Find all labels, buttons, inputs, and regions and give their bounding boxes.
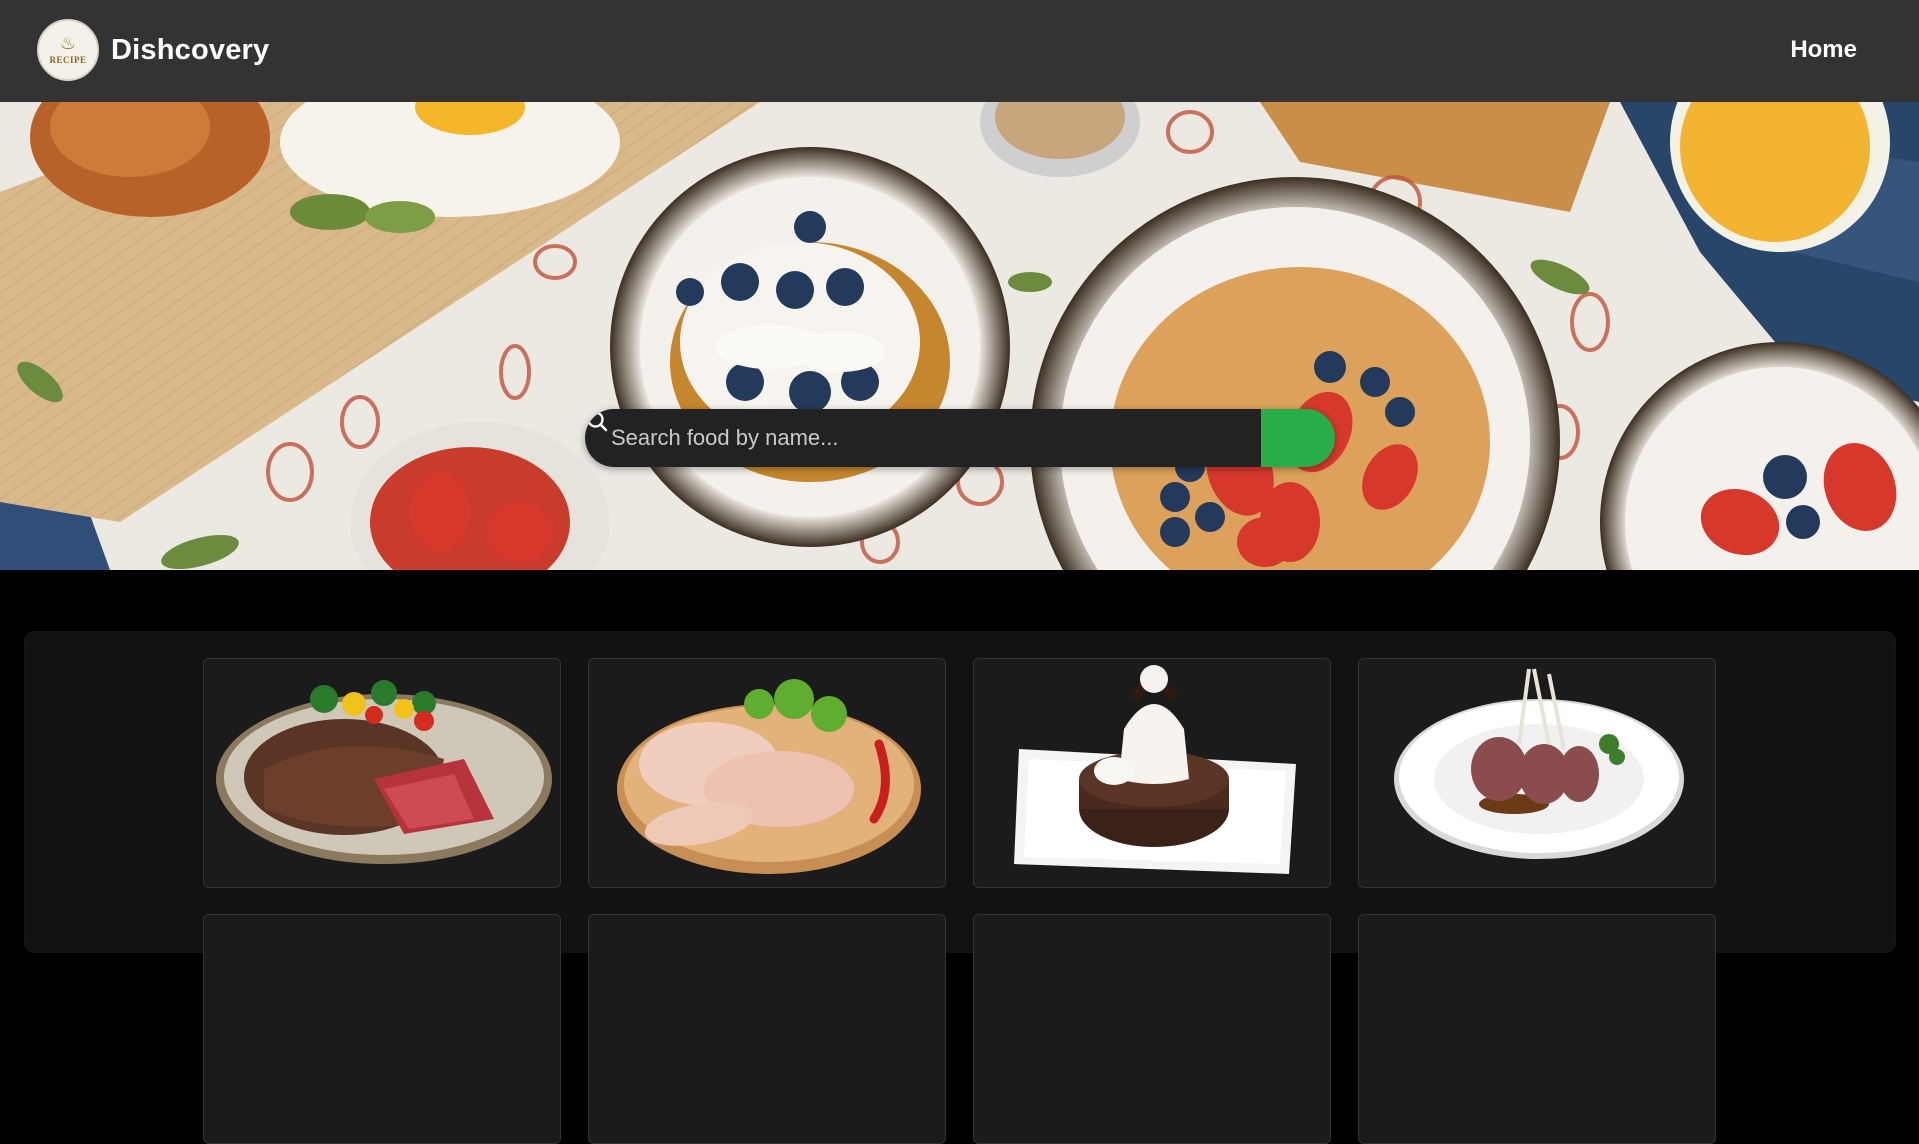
recipe-card[interactable] — [1358, 914, 1716, 1144]
top-navbar: ♨ RECIPE Dishcovery Home — [0, 0, 1919, 102]
recipe-card-lamb[interactable] — [1358, 658, 1716, 888]
brand-link[interactable]: ♨ RECIPE Dishcovery — [37, 19, 269, 81]
recipe-card[interactable] — [588, 914, 946, 1144]
brand-name: Dishcovery — [111, 33, 270, 66]
search-input[interactable] — [585, 409, 1261, 467]
breakfast-table-image — [0, 102, 1919, 570]
recipe-card[interactable] — [973, 914, 1331, 1144]
recipe-card-steak[interactable] — [203, 658, 561, 888]
chicken-image — [617, 679, 921, 874]
steak-image — [216, 680, 552, 864]
recipe-grid — [25, 632, 1895, 1144]
recipe-card-chicken[interactable] — [588, 658, 946, 888]
search-icon — [587, 411, 608, 432]
hero-banner — [0, 102, 1919, 570]
search-form — [585, 409, 1335, 467]
lamb-image — [1394, 668, 1684, 859]
recipe-card-dessert[interactable] — [973, 658, 1331, 888]
logo-text: RECIPE — [49, 55, 87, 65]
search-button[interactable] — [587, 409, 1335, 467]
chef-hat-icon: ♨ — [59, 33, 77, 54]
recipe-card[interactable] — [203, 914, 561, 1144]
nav-home-link[interactable]: Home — [1790, 36, 1857, 64]
recipe-logo: ♨ RECIPE — [37, 19, 99, 81]
dessert-image — [1014, 665, 1296, 874]
